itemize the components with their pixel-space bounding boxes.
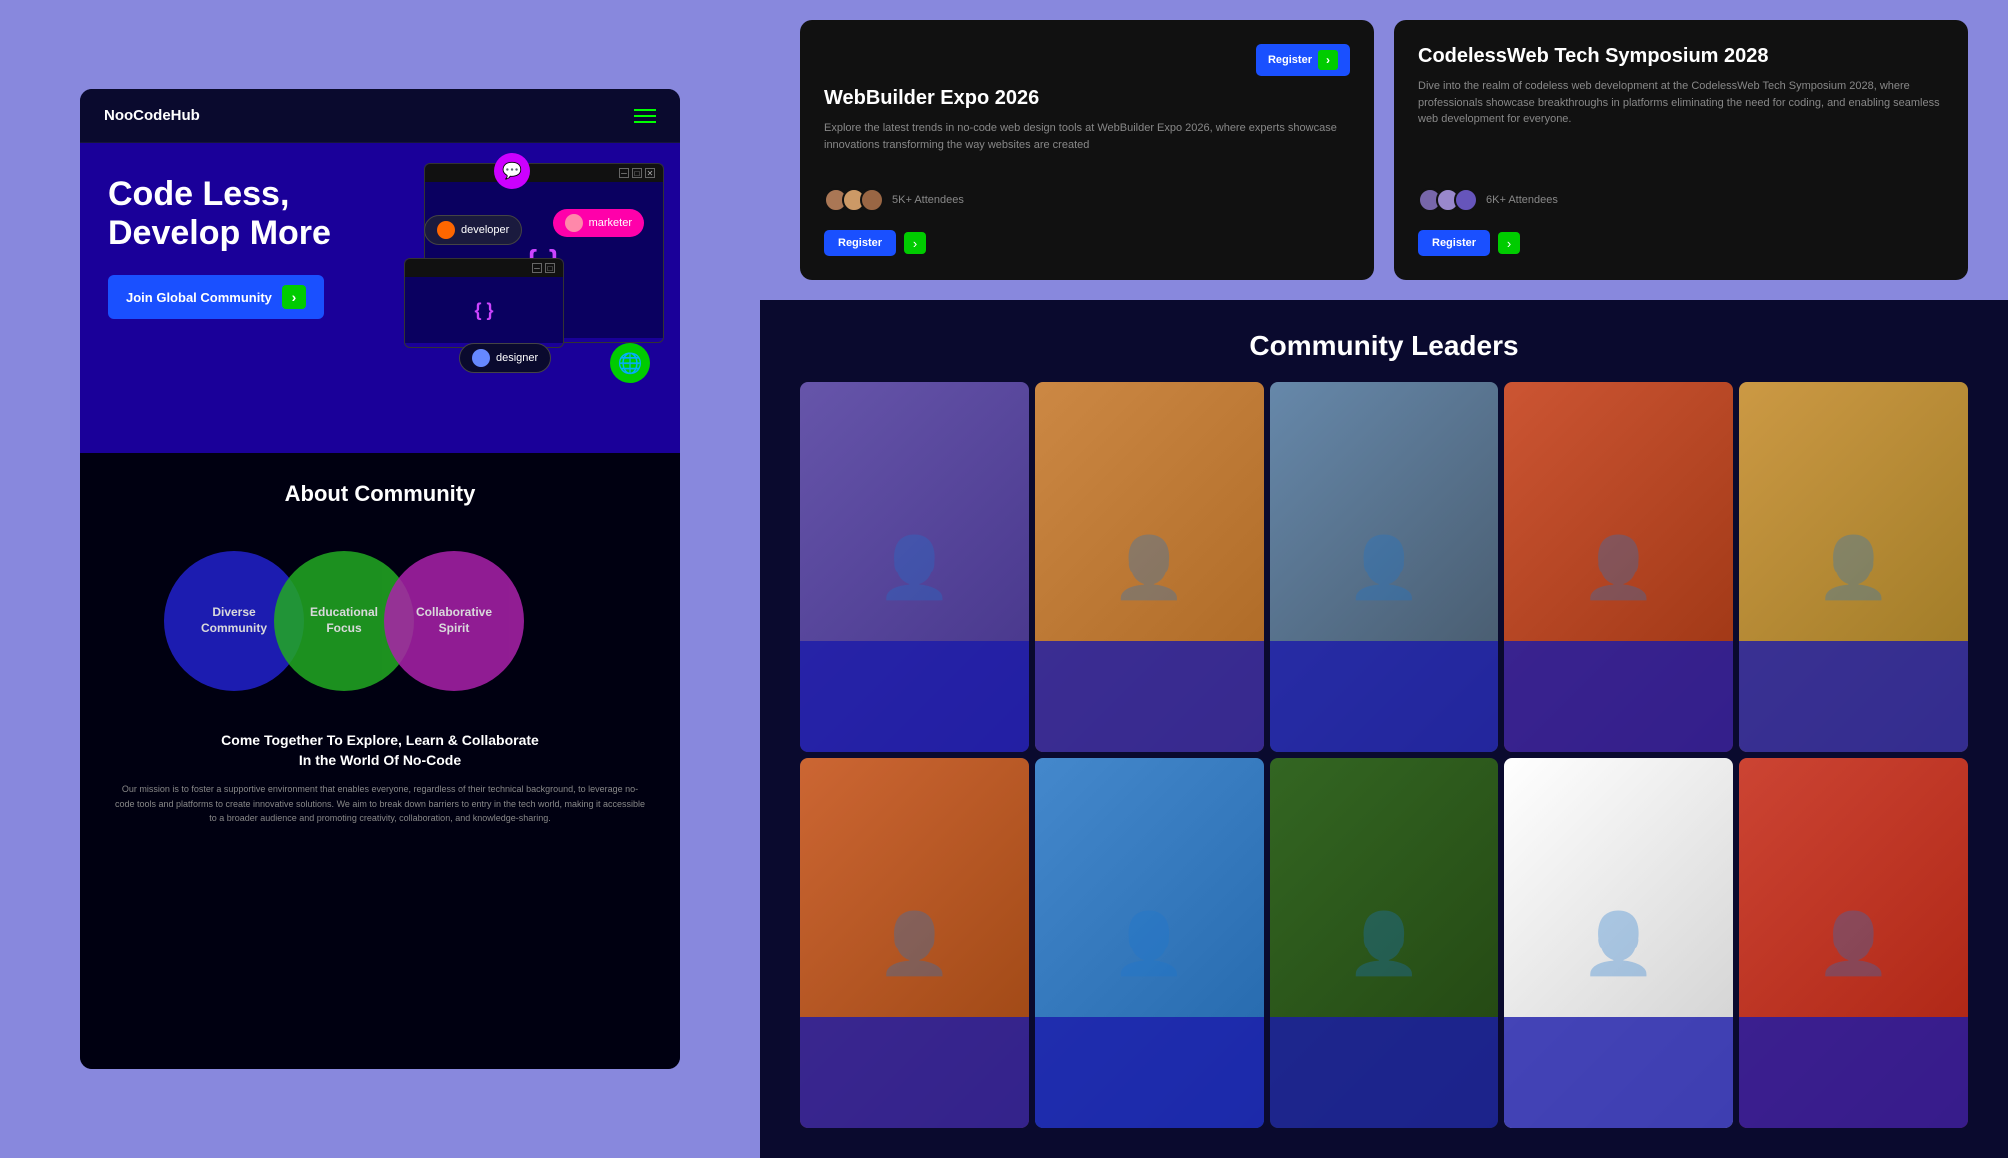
leader-card-9: 👤 <box>1504 758 1733 1128</box>
about-section: About Community DiverseCommunity Educati… <box>80 453 680 1069</box>
event-2-attendees: 6K+ Attendees <box>1418 188 1558 212</box>
globe-icon: 🌐 <box>610 343 650 383</box>
mobile-frame: NooCodeHub Code Less, Develop More Join … <box>80 89 680 1069</box>
nav-logo: NooCodeHub <box>104 107 200 124</box>
event-1-description: Explore the latest trends in no-code web… <box>824 120 1350 178</box>
leader-9-overlay <box>1504 1017 1733 1128</box>
hamburger-menu[interactable] <box>634 109 656 123</box>
marketer-label: marketer <box>589 217 632 229</box>
leaders-title: Community Leaders <box>800 330 1968 362</box>
designer-label: designer <box>496 352 538 364</box>
leader-card-3: 👤 <box>1270 382 1499 752</box>
about-title: About Community <box>104 481 656 507</box>
attendee-avatar-6 <box>1454 188 1478 212</box>
developer-avatar <box>437 221 455 239</box>
right-panel: Register › WebBuilder Expo 2026 Explore … <box>760 0 2008 1158</box>
hero-headline: Code Less, Develop More <box>108 175 348 253</box>
event-2-avatar-group <box>1418 188 1478 212</box>
event-1-register-btn-full[interactable]: Register <box>824 230 896 256</box>
event-1-avatar-group <box>824 188 884 212</box>
event-1-register-label: Register <box>1268 54 1312 66</box>
marketer-avatar <box>565 214 583 232</box>
window-titlebar: ─ □ ✕ <box>425 164 663 182</box>
leader-10-overlay <box>1739 1017 1968 1128</box>
leader-3-overlay <box>1270 641 1499 752</box>
leader-card-8: 👤 <box>1270 758 1499 1128</box>
event-1-register-arrow-icon: › <box>1318 50 1338 70</box>
event-card-1: Register › WebBuilder Expo 2026 Explore … <box>800 20 1374 280</box>
code-window-small: ─ □ { } <box>404 258 564 348</box>
tagline: Come Together To Explore, Learn & Collab… <box>104 731 656 770</box>
event-card-header-1: Register › <box>824 44 1350 76</box>
small-window-titlebar: ─ □ <box>405 259 563 277</box>
developer-badge: developer <box>424 215 522 245</box>
leader-2-overlay <box>1035 641 1264 752</box>
event-2-description: Dive into the realm of codeless web deve… <box>1418 78 1944 178</box>
event-1-attendees: 5K+ Attendees <box>824 188 964 212</box>
nav-bar: NooCodeHub <box>80 89 680 143</box>
event-1-register-button[interactable]: Register › <box>1256 44 1350 76</box>
chat-bubble-icon: 💬 <box>494 153 530 189</box>
marketer-badge: marketer <box>553 209 644 237</box>
leaders-section: Community Leaders 👤 👤 👤 👤 👤 <box>760 300 2008 1158</box>
venn-diagram: DiverseCommunity EducationalFocus Collab… <box>104 531 656 711</box>
hero-section: Code Less, Develop More Join Global Comm… <box>80 143 680 453</box>
leader-6-overlay <box>800 1017 1029 1128</box>
leader-7-overlay <box>1035 1017 1264 1128</box>
window-controls: ─ □ ✕ <box>619 168 655 178</box>
left-panel: NooCodeHub Code Less, Develop More Join … <box>0 0 760 1158</box>
venn-educational-label: EducationalFocus <box>310 605 378 636</box>
small-code-brackets: { } <box>474 300 493 321</box>
designer-badge: designer <box>459 343 551 373</box>
leader-card-7: 👤 <box>1035 758 1264 1128</box>
event-1-reg-arrow-full: › <box>904 232 926 254</box>
venn-circle-collaborative: CollaborativeSpirit <box>384 551 524 691</box>
event-1-title: WebBuilder Expo 2026 <box>824 86 1350 110</box>
small-window-controls: ─ □ <box>532 263 555 273</box>
cta-arrow-icon: › <box>282 285 306 309</box>
event-2-reg-arrow-full: › <box>1498 232 1520 254</box>
leader-card-5: 👤 <box>1739 382 1968 752</box>
event-2-register-btn-full[interactable]: Register <box>1418 230 1490 256</box>
event-1-attendee-count: 5K+ Attendees <box>892 194 964 206</box>
leader-1-overlay <box>800 641 1029 752</box>
leaders-grid: 👤 👤 👤 👤 👤 👤 <box>800 382 1968 1128</box>
leader-card-2: 👤 <box>1035 382 1264 752</box>
event-card-2: CodelessWeb Tech Symposium 2028 Dive int… <box>1394 20 1968 280</box>
attendee-avatar-3 <box>860 188 884 212</box>
join-community-button[interactable]: Join Global Community › <box>108 275 324 319</box>
leader-4-overlay <box>1504 641 1733 752</box>
event-2-footer: 6K+ Attendees <box>1418 188 1944 212</box>
event-2-register-full: Register › <box>1418 230 1944 256</box>
leader-card-6: 👤 <box>800 758 1029 1128</box>
about-body-text: Our mission is to foster a supportive en… <box>104 782 656 825</box>
event-1-footer: 5K+ Attendees <box>824 188 1350 212</box>
event-2-attendee-count: 6K+ Attendees <box>1486 194 1558 206</box>
leader-card-4: 👤 <box>1504 382 1733 752</box>
designer-avatar <box>472 349 490 367</box>
developer-label: developer <box>461 224 509 236</box>
leader-card-1: 👤 <box>800 382 1029 752</box>
venn-diverse-label: DiverseCommunity <box>201 605 267 636</box>
leader-card-10: 👤 <box>1739 758 1968 1128</box>
leader-5-overlay <box>1739 641 1968 752</box>
event-2-title: CodelessWeb Tech Symposium 2028 <box>1418 44 1944 68</box>
venn-collaborative-label: CollaborativeSpirit <box>416 605 492 636</box>
leader-8-overlay <box>1270 1017 1499 1128</box>
cta-label: Join Global Community <box>126 290 272 305</box>
event-1-register-full: Register › <box>824 230 1350 256</box>
hero-ui-decoration: ─ □ ✕ { } ─ □ <box>404 163 664 423</box>
small-window-body: { } <box>405 277 563 343</box>
events-row: Register › WebBuilder Expo 2026 Explore … <box>760 0 2008 300</box>
